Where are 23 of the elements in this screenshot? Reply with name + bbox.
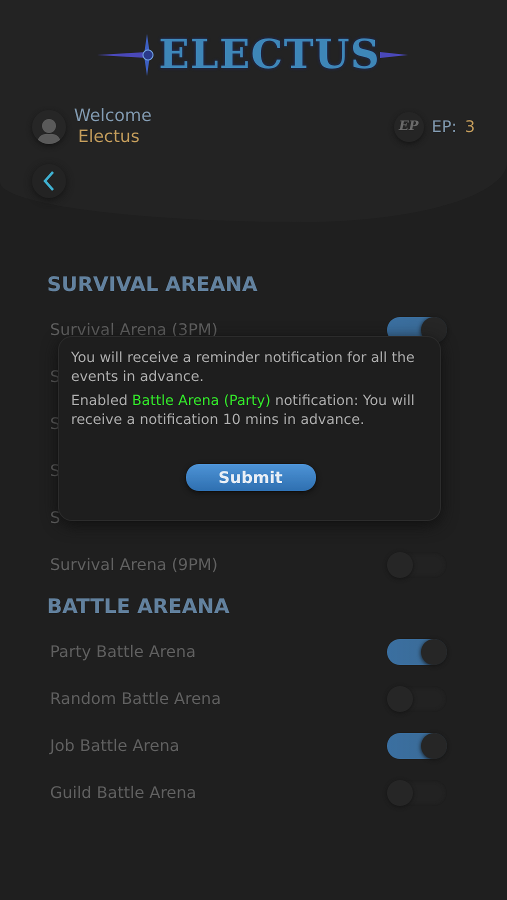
dialog-detail: Enabled Battle Arena (Party) notification: You will receive a notification 10 mins in advance.: [71, 392, 416, 430]
event-label: Job Battle Arena: [50, 734, 180, 756]
back-icon[interactable]: [42, 170, 56, 192]
toggle-switch[interactable]: [387, 638, 447, 664]
event-label: Survival Arena (3PM): [50, 318, 218, 340]
user-name: Electus: [78, 127, 141, 148]
event-label: Party Battle Arena: [50, 640, 196, 662]
section-title: SURVIVAL AREANA: [46, 271, 259, 298]
toggle-switch[interactable]: [387, 732, 447, 758]
event-label: Random Battle Arena: [50, 688, 221, 710]
back-button[interactable]: [32, 164, 66, 198]
ep-value: 3: [464, 116, 475, 138]
event-label: S: [50, 506, 60, 528]
event-label: Guild Battle Arena: [50, 782, 196, 804]
dialog-message: You will receive a reminder notification for all the events in advance.: [71, 349, 416, 387]
event-label: Survival Arena (9PM): [50, 554, 218, 576]
welcome-label: Welcome: [74, 106, 152, 127]
ep-badge: EP: [394, 112, 424, 142]
submit-button[interactable]: Submit: [186, 464, 316, 491]
ep-label: EP:: [432, 116, 457, 138]
avatar-icon: [32, 110, 66, 144]
logo-text: ELECTUS: [158, 30, 380, 80]
section-title: BATTLE AREANA: [46, 593, 231, 620]
